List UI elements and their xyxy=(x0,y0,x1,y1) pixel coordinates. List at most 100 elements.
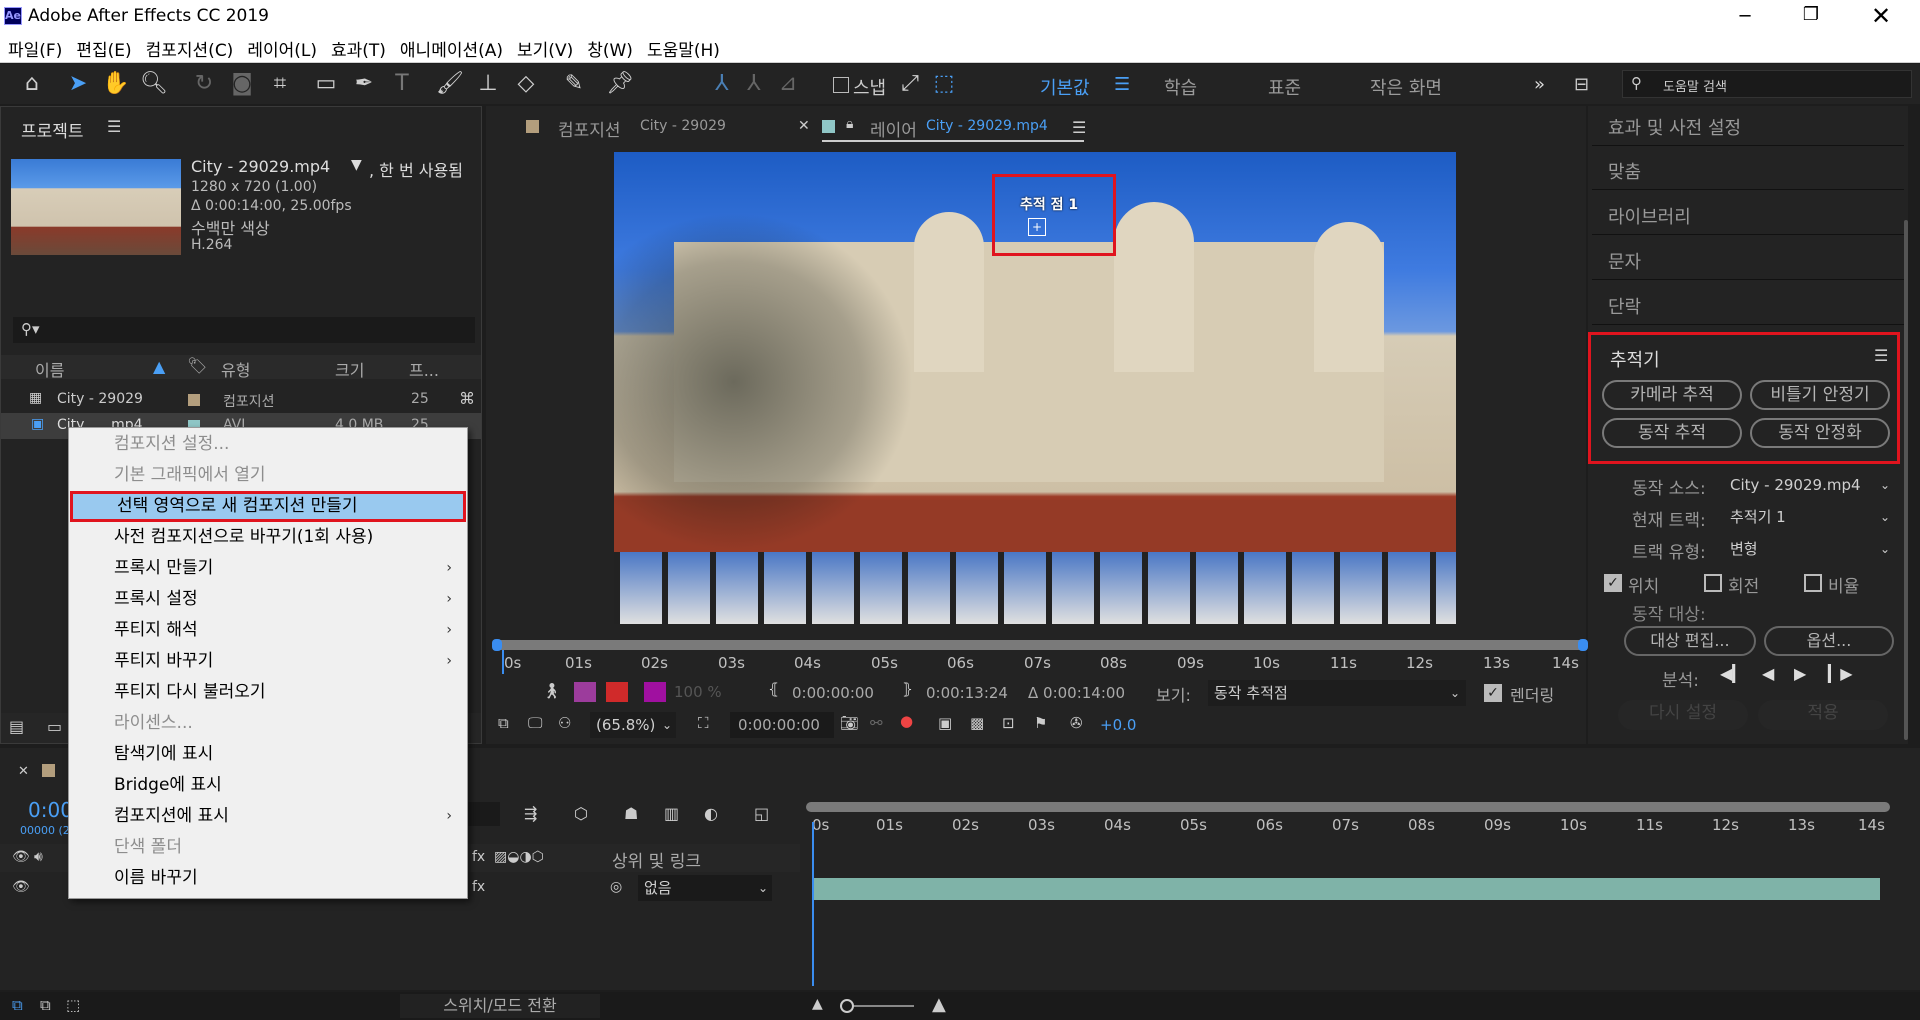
puppet-tool-icon[interactable]: 📌︎ xyxy=(606,70,634,98)
panel-scrollbar[interactable] xyxy=(1904,220,1908,740)
help-search-field[interactable]: ⚲ 도움말 검색 xyxy=(1622,70,1912,98)
effects-presets-section[interactable]: 효과 및 사전 설정 xyxy=(1592,106,1904,146)
shy-layers-icon[interactable]: ☗ xyxy=(624,804,638,823)
audio-icon[interactable]: 🔊︎ xyxy=(34,849,43,865)
transfer-controls-icon[interactable]: ⬚ xyxy=(66,996,80,1014)
snapshot-icon[interactable]: 📷︎ xyxy=(840,714,859,732)
menu-item-reveal-in-comp[interactable]: 컴포지션에 표시 › xyxy=(70,801,466,832)
menu-item-set-proxy[interactable]: 프록시 설정 › xyxy=(70,584,466,615)
sort-ascending-icon[interactable]: ▲ xyxy=(153,357,165,376)
snap-target-icon[interactable]: ⬚ xyxy=(930,70,958,98)
3d-view-icon[interactable]: ⊡ xyxy=(1002,714,1015,732)
minimize-button[interactable]: ─ xyxy=(1730,6,1760,28)
set-in-point-icon[interactable]: ⦃ xyxy=(768,680,779,698)
column-name[interactable]: 이름 xyxy=(35,357,64,381)
menu-item-interpret-footage[interactable]: 푸티지 해석 › xyxy=(70,615,466,646)
clone-stamp-tool-icon[interactable]: ⊥ xyxy=(474,70,502,98)
pen-tool-icon[interactable]: ✒ xyxy=(350,70,378,98)
current-track-dropdown[interactable]: 추적기 1 ⌄ xyxy=(1724,504,1894,530)
close-button[interactable]: ✕ xyxy=(1866,2,1896,30)
position-checkbox[interactable]: ✓ xyxy=(1604,574,1622,592)
panel-menu-icon[interactable]: ☰ xyxy=(1874,346,1888,365)
paragraph-section[interactable]: 단락 xyxy=(1592,285,1904,325)
transparency-grid-icon[interactable]: ▩ xyxy=(970,714,984,732)
analyze-forward-one-icon[interactable]: ▎▶ xyxy=(1828,664,1853,683)
snap-checkbox[interactable] xyxy=(833,77,849,93)
menu-item-reload-footage[interactable]: 푸티지 다시 불러오기 xyxy=(70,677,466,708)
layer-tab[interactable]: 🔒︎ 레이어 City - 29029.mp4 xyxy=(822,114,1084,142)
menu-item-open-essential-graphics[interactable]: 기본 그래픽에서 열기 xyxy=(70,460,466,491)
label-column-icon[interactable]: 🏷︎ xyxy=(187,356,207,375)
work-area-bar[interactable] xyxy=(496,640,1584,650)
layer-duration-bar[interactable] xyxy=(814,878,1880,900)
more-workspaces-icon[interactable]: » xyxy=(1534,74,1545,95)
menu-layer[interactable]: 레이어(L) xyxy=(247,36,317,61)
menu-animation[interactable]: 애니메이션(A) xyxy=(400,36,503,61)
lock-icon[interactable]: 🔒︎ xyxy=(846,116,853,132)
menu-item-comp-settings[interactable]: 컴포지션 설정... xyxy=(70,429,466,460)
region-of-interest-icon[interactable]: ⛶ xyxy=(698,714,709,732)
toggle-transparency-icon[interactable]: ▣ xyxy=(938,714,952,732)
brush-tool-icon[interactable]: 🖌︎ xyxy=(436,70,464,98)
track-camera-button[interactable]: 카메라 추적 xyxy=(1602,380,1742,410)
selection-tool-icon[interactable]: ➤ xyxy=(64,70,92,98)
comp-flowchart-icon[interactable]: ⇶ xyxy=(524,804,537,823)
close-tab-icon[interactable]: ✕ xyxy=(798,118,810,134)
motion-source-dropdown[interactable]: City - 29029.mp4 ⌄ xyxy=(1724,472,1894,498)
frame-blending-icon[interactable]: ▥ xyxy=(664,804,679,823)
apply-button[interactable]: 적용 xyxy=(1758,700,1888,730)
zoom-in-icon[interactable]: ▲ xyxy=(932,994,946,1015)
timeline-playhead[interactable] xyxy=(812,822,814,986)
difference-button[interactable] xyxy=(606,682,628,702)
menu-item-license[interactable]: 라이센스... xyxy=(70,708,466,739)
project-search-field[interactable]: ⚲▾ xyxy=(13,317,475,343)
render-time-icon[interactable]: ⧉ xyxy=(12,996,23,1014)
panel-menu-icon[interactable]: ☰ xyxy=(1072,118,1086,137)
track-type-dropdown[interactable]: 변형 ⌄ xyxy=(1724,536,1894,562)
in-point-handle[interactable] xyxy=(492,639,502,651)
draft-3d-icon[interactable]: ⬡ xyxy=(574,804,588,823)
options-button[interactable]: 옵션... xyxy=(1764,626,1894,656)
menu-view[interactable]: 보기(V) xyxy=(517,36,573,61)
axis-view-icon[interactable]: ⊿ xyxy=(774,70,802,98)
onion-skin-button[interactable] xyxy=(574,682,596,702)
column-size[interactable]: 크기 xyxy=(335,357,364,381)
eye-icon[interactable]: 👁︎ xyxy=(12,879,30,895)
eraser-tool-icon[interactable]: ◇ xyxy=(512,70,540,98)
toggle-switches-button[interactable]: 스위치/모드 전환 xyxy=(400,994,600,1018)
menu-item-replace-footage[interactable]: 푸티지 바꾸기 › xyxy=(70,646,466,677)
track-motion-button[interactable]: 동작 추적 xyxy=(1602,418,1742,448)
menu-item-reveal-in-explorer[interactable]: 탐색기에 표시 xyxy=(70,739,466,770)
hand-tool-icon[interactable]: ✋ xyxy=(102,70,130,98)
timeline-ruler[interactable]: 0s 01s 02s 03s 04s 05s 06s 07s 08s 09s 1… xyxy=(806,800,1890,840)
render-checkbox[interactable]: ✓ xyxy=(1484,684,1502,702)
opacity-value[interactable]: 100 % xyxy=(674,683,722,701)
analyze-backward-icon[interactable]: ◀ xyxy=(1762,664,1774,683)
current-time-field[interactable]: 0:00:00:00 xyxy=(730,712,834,738)
camera-tool-icon[interactable]: ◙ xyxy=(228,70,256,98)
menu-file[interactable]: 파일(F) xyxy=(8,36,62,61)
character-section[interactable]: 문자 xyxy=(1592,240,1904,280)
color-swatch-button[interactable] xyxy=(644,682,666,702)
menu-help[interactable]: 도움말(H) xyxy=(647,36,720,61)
workspace-default[interactable]: 기본값 xyxy=(1040,74,1090,100)
show-snapshot-icon[interactable]: ⚯ xyxy=(870,714,883,732)
menu-item-new-comp-from-selection[interactable]: 선택 영역으로 새 컴포지션 만들기 xyxy=(70,491,466,522)
type-tool-icon[interactable]: T xyxy=(388,70,416,98)
scale-checkbox[interactable] xyxy=(1804,574,1822,592)
zoom-dropdown[interactable]: (65.8%) ⌄ xyxy=(590,712,676,738)
monitor-icon[interactable]: 🖵︎ xyxy=(528,714,542,732)
column-type[interactable]: 유형 xyxy=(221,357,250,381)
pan-behind-tool-icon[interactable]: ⌗ xyxy=(266,70,294,98)
panel-menu-icon[interactable]: ☰ xyxy=(107,117,121,136)
mask-visibility-icon[interactable]: ⚇ xyxy=(558,714,571,732)
analyze-back-one-icon[interactable]: ◀▎ xyxy=(1720,664,1745,683)
exposure-value[interactable]: +0.0 xyxy=(1100,716,1136,734)
zoom-slider[interactable] xyxy=(840,999,914,1013)
workspace-standard[interactable]: 표준 xyxy=(1268,74,1301,100)
workspace-menu-icon[interactable]: ☰ xyxy=(1114,74,1130,95)
layer-time-ruler[interactable]: 0s 01s 02s 03s 04s 05s 06s 07s 08s 09s 1… xyxy=(492,632,1588,674)
parent-dropdown[interactable]: 없음 ⌄ xyxy=(638,875,772,901)
motion-path-icon[interactable]: 🚶︎ xyxy=(542,682,561,700)
view-dropdown[interactable]: 동작 추적점 ⌄ xyxy=(1208,680,1466,706)
